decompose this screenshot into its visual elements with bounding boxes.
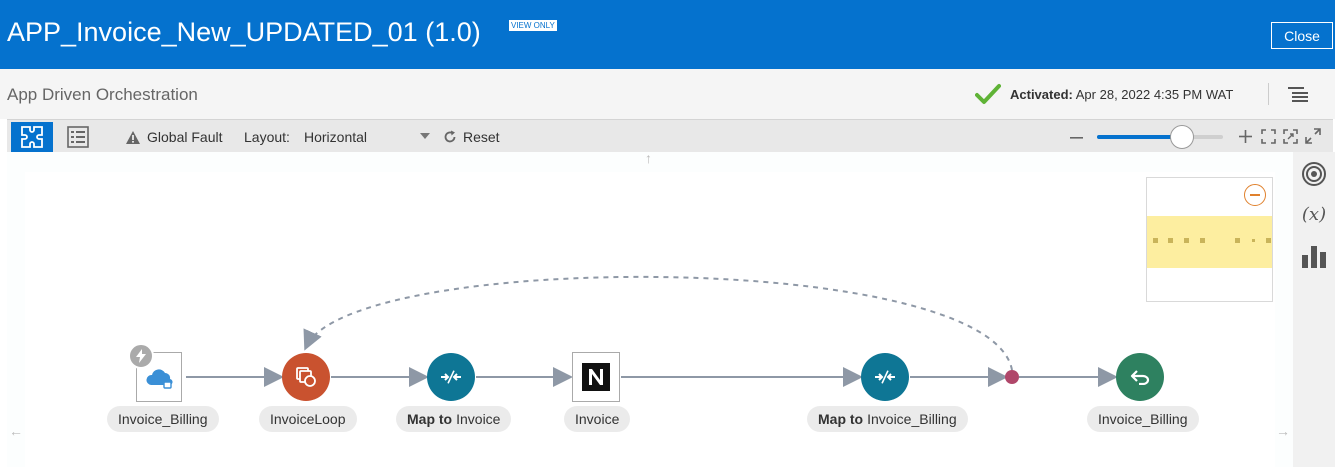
minimap[interactable]: [1146, 177, 1273, 302]
map-target: Invoice: [456, 411, 501, 427]
map-icon: [441, 370, 461, 384]
node-label-map-invoice-billing[interactable]: Map to Invoice_Billing: [807, 406, 968, 432]
map-prefix: Map to: [407, 411, 453, 427]
map-target: Invoice_Billing: [867, 411, 957, 427]
bar-chart-icon: [1302, 246, 1326, 268]
map-node[interactable]: [427, 353, 475, 401]
merge-dot[interactable]: [1005, 370, 1019, 384]
tracking-button[interactable]: [1300, 160, 1328, 188]
business-identifiers-button[interactable]: [1300, 242, 1328, 270]
minimap-collapse-button[interactable]: [1244, 184, 1266, 206]
for-each-node[interactable]: [282, 353, 330, 401]
minimap-node: [1184, 238, 1189, 243]
right-rail: (x): [1293, 152, 1335, 467]
map-node[interactable]: [861, 353, 909, 401]
node-label-map-invoice[interactable]: Map to Invoice: [396, 406, 512, 432]
variable-icon[interactable]: (x): [1300, 200, 1328, 228]
minus-icon: [1250, 194, 1260, 196]
invoke-node[interactable]: [572, 352, 620, 402]
cloud-adapter-icon: [146, 369, 173, 389]
node-label-invoke[interactable]: Invoice: [564, 406, 631, 432]
loop-icon: [296, 367, 316, 387]
node-label-trigger[interactable]: Invoice_Billing: [107, 406, 219, 432]
node-label-loop[interactable]: InvoiceLoop: [259, 406, 357, 432]
netsuite-icon: [582, 363, 610, 391]
loop-back-edge: [303, 275, 1013, 371]
trigger-badge: [128, 343, 154, 369]
map-icon: [875, 370, 895, 384]
minimap-node: [1153, 238, 1158, 243]
minimap-node: [1168, 238, 1173, 243]
minimap-viewport[interactable]: [1147, 216, 1272, 268]
minimap-node: [1235, 238, 1240, 243]
return-node[interactable]: [1116, 353, 1164, 401]
target-icon: [1302, 162, 1326, 186]
return-icon: [1130, 370, 1150, 385]
minimap-node: [1200, 238, 1205, 243]
map-prefix: Map to: [818, 411, 864, 427]
lightning-icon: [136, 349, 146, 363]
minimap-node: [1252, 239, 1255, 242]
node-label-return[interactable]: Invoice_Billing: [1087, 406, 1199, 432]
minimap-node: [1266, 238, 1271, 243]
